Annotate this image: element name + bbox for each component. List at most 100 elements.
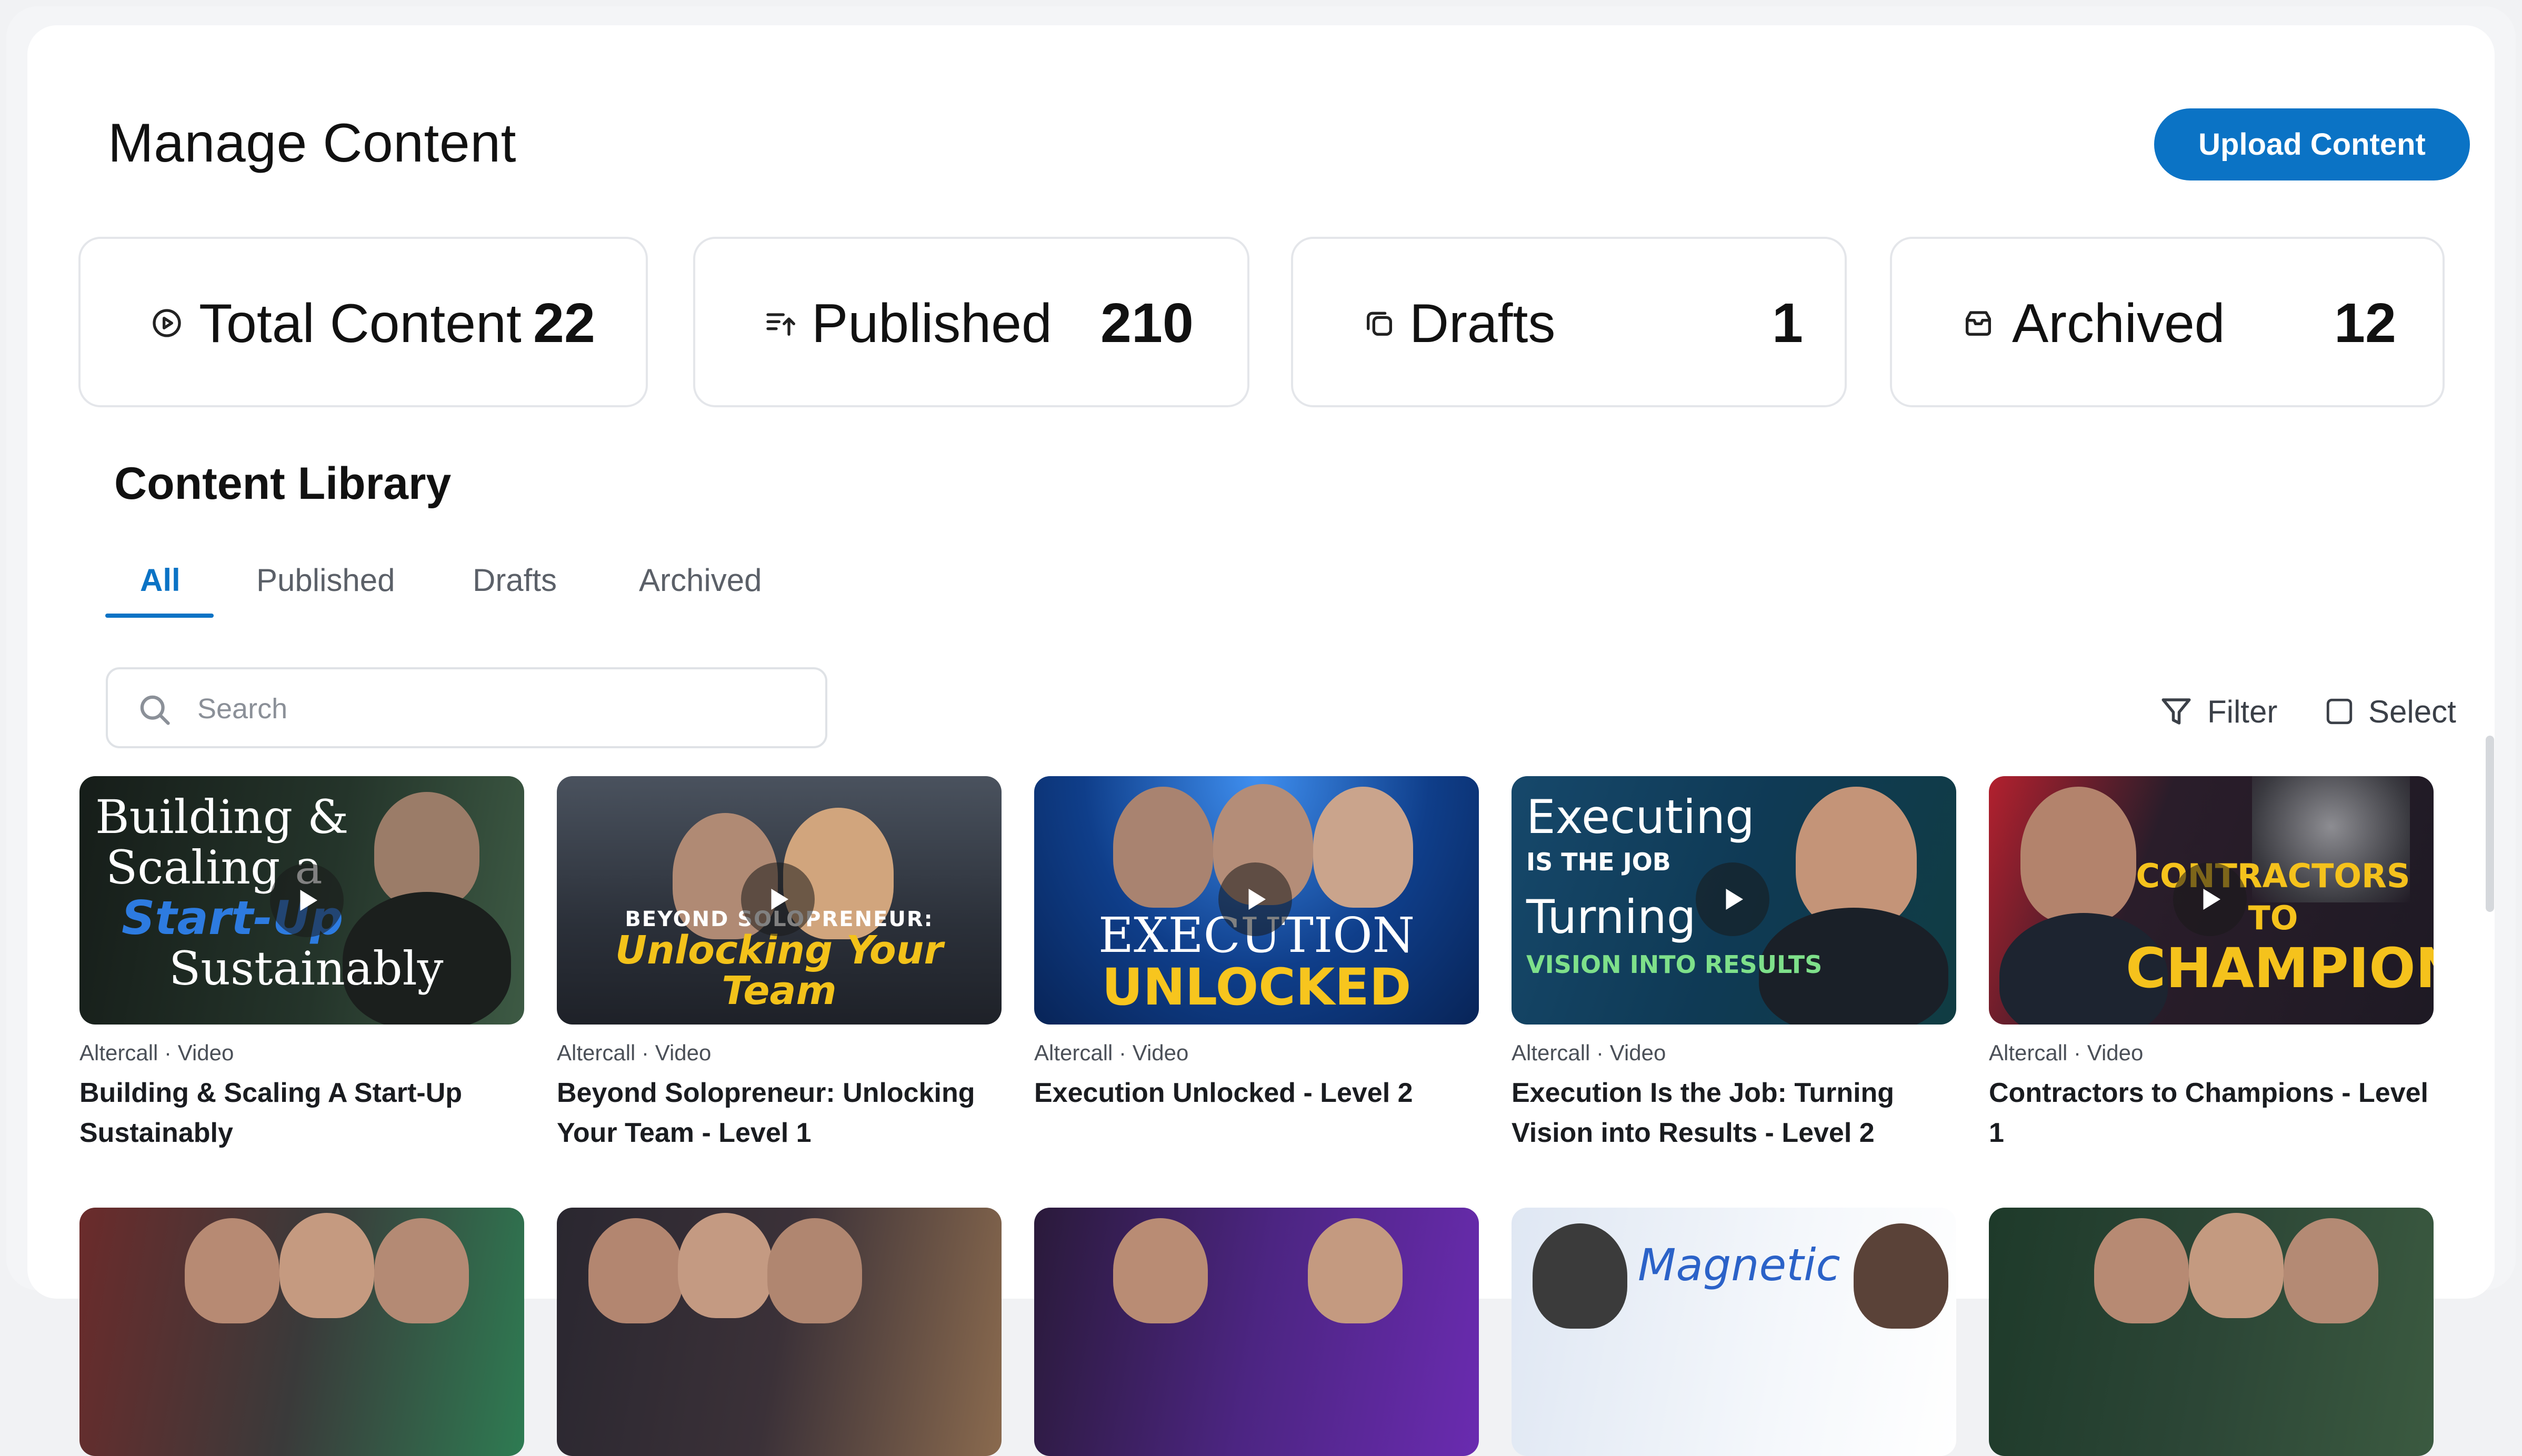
card-title[interactable]: Execution Unlocked - Level 2 xyxy=(1034,1073,1479,1113)
thumb-text: Team xyxy=(722,968,837,1014)
tab-drafts[interactable]: Drafts xyxy=(473,562,557,598)
stat-card-published[interactable]: Published 210 xyxy=(693,237,1249,407)
content-card[interactable]: Executing IS THE JOB Turning VISION INTO… xyxy=(1512,776,1956,1153)
presenter-image xyxy=(2189,1213,2284,1318)
presenter-image xyxy=(374,1218,469,1323)
video-thumbnail[interactable] xyxy=(1989,1208,2434,1456)
content-panel: Manage Content Upload Content Total Cont… xyxy=(27,25,2495,1456)
filter-button[interactable]: Filter xyxy=(2159,689,2277,734)
card-meta: Altercall · Video xyxy=(1034,1040,1189,1065)
presenter-image xyxy=(1308,1218,1403,1323)
content-card[interactable]: Building & Scaling a Start-Up Sustainabl… xyxy=(79,776,524,1153)
video-thumbnail[interactable]: Magnetic xyxy=(1512,1208,1956,1456)
thumb-text: IS THE JOB xyxy=(1526,848,1671,876)
search-icon xyxy=(140,695,170,725)
select-label: Select xyxy=(2368,694,2456,729)
card-meta: Altercall · Video xyxy=(1512,1040,1666,1065)
video-thumbnail[interactable]: CONTRACTORS TO CHAMPIONS xyxy=(1989,776,2434,1025)
play-icon xyxy=(771,889,788,910)
presenter-image xyxy=(1854,1223,1948,1329)
presenter-image xyxy=(1313,787,1413,908)
play-icon xyxy=(1726,889,1743,910)
play-icon xyxy=(300,890,317,911)
checkbox-icon[interactable] xyxy=(2324,696,2355,727)
filter-label: Filter xyxy=(2207,694,2278,729)
video-thumbnail[interactable]: BEYOND SOLOPRENEUR: Unlocking Your Team xyxy=(557,776,1002,1025)
presenter-image xyxy=(185,1218,279,1323)
presenter-image xyxy=(678,1213,773,1318)
presenter-image xyxy=(2020,787,2136,923)
presenter-image xyxy=(2284,1218,2378,1323)
stat-value: 12 xyxy=(2334,292,2396,354)
thumb-text: CONTRACTORS TO xyxy=(2136,857,2410,937)
play-icon xyxy=(2203,889,2220,910)
play-button[interactable] xyxy=(270,863,344,937)
video-thumbnail[interactable] xyxy=(79,1208,524,1456)
tab-all[interactable]: All xyxy=(140,562,181,598)
content-card[interactable]: CONTRACTORS TO CHAMPIONS Altercall · Vid… xyxy=(1989,776,2434,1153)
copy-stack-icon xyxy=(1367,312,1392,336)
archive-box-icon xyxy=(1966,311,1991,336)
presenter-image xyxy=(2094,1218,2189,1323)
play-button[interactable] xyxy=(1696,862,1769,936)
stat-card-drafts[interactable]: Drafts 1 xyxy=(1291,237,1847,407)
presenter-image xyxy=(767,1218,862,1323)
content-card[interactable]: BEYOND SOLOPRENEUR: Unlocking Your Team … xyxy=(557,776,1002,1153)
search-input[interactable] xyxy=(197,685,776,732)
presenter-image xyxy=(1533,1223,1627,1329)
content-library-title: Content Library xyxy=(114,458,452,509)
play-circle-icon xyxy=(153,309,181,337)
stat-label: Published xyxy=(812,293,1052,354)
video-thumbnail[interactable]: EXECUTION UNLOCKED xyxy=(1034,776,1479,1025)
play-button[interactable] xyxy=(1218,862,1292,936)
card-title[interactable]: Contractors to Champions - Level 1 xyxy=(1989,1073,2434,1153)
thumb-text: VISION INTO RESULTS xyxy=(1526,950,1823,979)
card-title[interactable]: Execution Is the Job: Turning Vision int… xyxy=(1512,1073,1956,1153)
video-thumbnail[interactable] xyxy=(1034,1208,1479,1456)
thumb-text: Start-Up xyxy=(122,891,344,945)
thumb-text: Unlocking Your xyxy=(615,927,943,973)
tab-published[interactable]: Published xyxy=(256,562,395,598)
content-card[interactable]: EXECUTION UNLOCKED Altercall · Video Exe… xyxy=(1034,776,1479,1113)
thumb-text: Scaling a xyxy=(106,840,323,895)
play-icon xyxy=(1248,889,1266,910)
thumb-text: Building & xyxy=(95,790,349,844)
upload-content-button[interactable]: Upload Content xyxy=(2154,108,2470,180)
stat-card-total[interactable]: Total Content 22 xyxy=(78,237,648,407)
card-title[interactable]: Beyond Solopreneur: Unlocking Your Team … xyxy=(557,1073,1002,1153)
presenter-image xyxy=(1113,1218,1208,1323)
presenter-image xyxy=(279,1213,374,1318)
presenter-image xyxy=(1113,787,1213,908)
stat-card-archived[interactable]: Archived 12 xyxy=(1890,237,2445,407)
content-card[interactable] xyxy=(79,1208,524,1456)
tab-archived[interactable]: Archived xyxy=(639,562,762,598)
search-box[interactable] xyxy=(106,667,827,748)
scrollbar[interactable] xyxy=(2486,736,2494,912)
presenter-image xyxy=(588,1218,683,1323)
card-meta: Altercall · Video xyxy=(557,1040,712,1065)
content-card[interactable]: Magnetic xyxy=(1512,1208,1956,1456)
thumb-text: CHAMPIONS xyxy=(2126,936,2434,1000)
play-button[interactable] xyxy=(741,862,815,936)
thumb-text: Executing xyxy=(1526,790,1755,844)
stat-value: 1 xyxy=(1772,292,1803,354)
filter-icon xyxy=(2161,698,2191,725)
video-thumbnail[interactable]: Executing IS THE JOB Turning VISION INTO… xyxy=(1512,776,1956,1025)
card-title[interactable]: Building & Scaling A Start-Up Sustainabl… xyxy=(79,1073,524,1153)
select-button[interactable]: Select xyxy=(2324,689,2456,734)
stat-label: Total Content xyxy=(199,293,522,354)
content-card[interactable] xyxy=(1034,1208,1479,1456)
card-meta: Altercall · Video xyxy=(1989,1040,2144,1065)
content-card[interactable] xyxy=(557,1208,1002,1456)
video-thumbnail[interactable] xyxy=(557,1208,1002,1456)
card-meta: Altercall · Video xyxy=(79,1040,234,1065)
content-card[interactable] xyxy=(1989,1208,2434,1456)
stat-value: 210 xyxy=(1100,292,1194,354)
play-button[interactable] xyxy=(2173,862,2247,936)
video-thumbnail[interactable]: Building & Scaling a Start-Up Sustainabl… xyxy=(79,776,524,1025)
thumb-text: Turning xyxy=(1526,890,1696,944)
thumb-text: UNLOCKED xyxy=(1102,958,1412,1017)
thumb-text: Sustainably xyxy=(169,941,444,996)
thumb-text: Magnetic xyxy=(1638,1239,1840,1291)
page-title: Manage Content xyxy=(108,113,516,174)
